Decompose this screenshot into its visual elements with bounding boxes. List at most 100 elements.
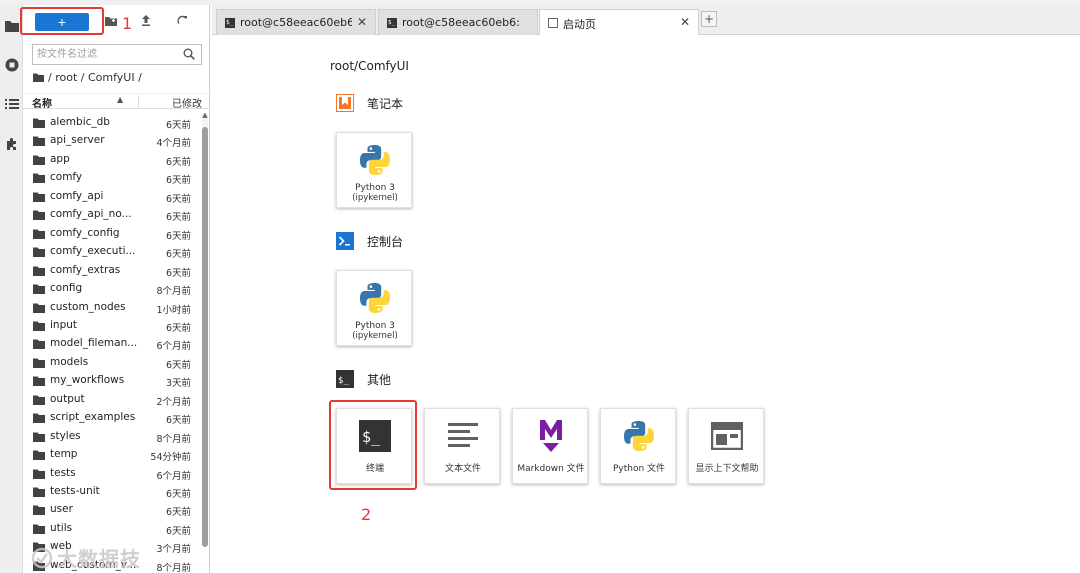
file-modified: 3个月前 [156, 544, 191, 556]
file-row[interactable]: comfy_extras 6天前 [23, 262, 201, 280]
file-row[interactable]: tests 6个月前 [23, 465, 201, 483]
file-name: comfy_api_no... [50, 208, 132, 221]
launcher-cwd: root/ComfyUI [330, 59, 409, 73]
file-row[interactable]: styles 8个月前 [23, 428, 201, 446]
upload-icon[interactable] [139, 15, 153, 29]
file-name: my_workflows [50, 374, 125, 387]
file-name: app [50, 152, 70, 165]
tab-launcher[interactable]: 启动页 ✕ [539, 9, 699, 36]
watermark-logo-icon [31, 547, 53, 568]
notebook-icon [335, 93, 355, 113]
card-sublabel: (ipykernel) [352, 193, 398, 203]
tab-terminal-2[interactable]: root@c58eeac60eb6: /app [378, 9, 538, 35]
extension-icon[interactable] [3, 135, 20, 152]
close-icon[interactable]: ✕ [357, 15, 367, 29]
card-notebook-python3[interactable]: Python 3 (ipykernel) [336, 132, 412, 208]
text-file-icon [444, 417, 482, 455]
file-filter-input[interactable] [37, 47, 177, 62]
annotation-box-1 [20, 7, 104, 35]
terminal-icon [387, 18, 397, 28]
card-label: Markdown 文件 [517, 464, 585, 474]
file-name: comfy_executi... [50, 245, 136, 258]
folder-icon [33, 395, 45, 405]
file-row[interactable]: script_examples 6天前 [23, 409, 201, 427]
refresh-icon[interactable] [175, 15, 189, 29]
card-python-file[interactable]: Python 文件 [600, 408, 676, 484]
scroll-up-arrow-icon[interactable]: ▲ [202, 111, 208, 119]
search-icon [183, 48, 195, 60]
file-row[interactable]: comfy 6天前 [23, 169, 201, 187]
section-title: 其他 [367, 372, 392, 387]
card-sublabel: (ipykernel) [352, 331, 398, 341]
file-row[interactable]: config 8个月前 [23, 280, 201, 298]
file-modified: 6天前 [165, 156, 191, 168]
file-list-scrollbar-thumb[interactable] [202, 127, 208, 547]
tab-terminal-1[interactable]: root@c58eeac60eb6: / ✕ [216, 9, 376, 35]
folder-icon[interactable] [3, 17, 20, 34]
file-row[interactable]: model_fileman... 6个月前 [23, 335, 201, 353]
file-row[interactable]: user 6天前 [23, 501, 201, 519]
file-row[interactable]: comfy_api 6天前 [23, 188, 201, 206]
file-modified: 8个月前 [156, 562, 191, 573]
file-row[interactable]: utils 6天前 [23, 520, 201, 538]
file-modified: 6天前 [165, 507, 191, 519]
file-name: comfy_extras [50, 263, 121, 276]
file-modified: 8个月前 [156, 286, 191, 298]
file-row[interactable]: comfy_executi... 6天前 [23, 243, 201, 261]
file-name: alembic_db [50, 116, 110, 128]
section-title: 控制台 [367, 234, 404, 249]
section-other: $_ 其他 [335, 369, 391, 389]
file-modified: 8个月前 [156, 433, 191, 445]
running-sessions-icon[interactable] [3, 56, 20, 73]
table-of-contents-icon[interactable] [3, 95, 20, 112]
watermark-text: 大数据技 [57, 547, 141, 571]
file-row[interactable]: models 6天前 [23, 354, 201, 372]
column-header-modified[interactable]: 已修改 [172, 95, 202, 110]
breadcrumb-path[interactable]: / root / ComfyUI / [48, 71, 142, 84]
folder-icon [33, 210, 45, 221]
file-modified: 6天前 [165, 415, 191, 427]
card-console-python3[interactable]: Python 3 (ipykernel) [336, 270, 412, 346]
file-row[interactable]: alembic_db 6天前 [23, 114, 201, 132]
folder-icon [33, 432, 45, 442]
folder-icon[interactable] [33, 73, 44, 82]
file-row[interactable]: tests-unit 6天前 [23, 483, 201, 501]
card-label: Python 3 [355, 321, 395, 331]
file-name: utils [50, 521, 73, 534]
file-row[interactable]: comfy_api_no... 6天前 [23, 206, 201, 224]
file-modified: 6个月前 [156, 341, 191, 353]
section-notebook: 笔记本 [335, 93, 403, 113]
folder-icon [33, 505, 45, 516]
add-tab-button[interactable]: + [701, 11, 717, 27]
column-separator [138, 95, 139, 108]
new-folder-icon[interactable] [104, 15, 118, 29]
file-modified: 1小时前 [156, 304, 191, 316]
close-icon[interactable]: ✕ [680, 15, 690, 29]
file-row[interactable]: input 6天前 [23, 317, 201, 335]
file-row[interactable]: custom_nodes 1小时前 [23, 299, 201, 317]
folder-icon [33, 524, 45, 534]
file-modified: 6天前 [165, 359, 191, 371]
folder-icon [33, 413, 45, 424]
file-modified: 2个月前 [156, 396, 191, 408]
file-name: script_examples [50, 411, 136, 424]
card-markdown-file[interactable]: Markdown 文件 [512, 408, 588, 484]
context-help-icon [708, 417, 746, 455]
file-name: custom_nodes [50, 300, 126, 313]
file-row[interactable]: temp 54分钟前 [23, 446, 201, 464]
file-row[interactable]: my_workflows 3天前 [23, 372, 201, 390]
card-context-help[interactable]: 显示上下文帮助 [688, 408, 764, 484]
file-row[interactable]: app 6天前 [23, 151, 201, 169]
card-text-file[interactable]: 文本文件 [424, 408, 500, 484]
file-modified: 6天前 [165, 193, 191, 205]
annotation-number-1: 1 [122, 14, 133, 33]
file-row[interactable]: output 2个月前 [23, 391, 201, 409]
column-header-name[interactable]: 名称 [32, 95, 52, 110]
file-row[interactable]: api_server 4个月前 [23, 132, 201, 150]
file-row[interactable]: comfy_config 6天前 [23, 225, 201, 243]
file-modified: 6天前 [165, 249, 191, 261]
watermark: 大数据技 [31, 543, 141, 572]
file-modified: 6天前 [165, 230, 191, 242]
file-modified: 6个月前 [156, 470, 191, 482]
card-label: Python 文件 [612, 464, 666, 474]
